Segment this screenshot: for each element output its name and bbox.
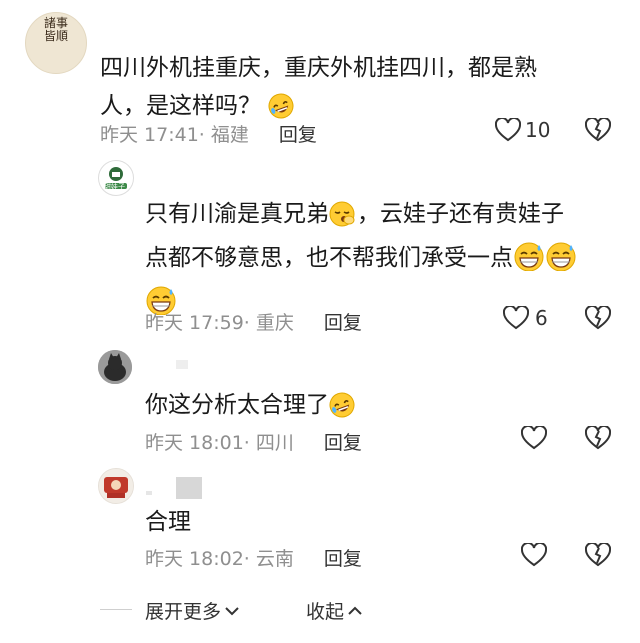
comment-location: · 福建	[198, 124, 249, 146]
comment-meta: 昨天 17:41 · 福建 回复	[100, 120, 317, 147]
comment-meta: 昨天 18:02 · 云南 回复	[145, 544, 362, 571]
footer-divider	[100, 609, 132, 610]
chevron-up-icon	[347, 600, 363, 622]
chevron-down-icon	[224, 600, 240, 622]
comment-time: 昨天 17:59	[145, 312, 244, 334]
like-button[interactable]: 6	[503, 306, 548, 330]
dislike-button[interactable]	[584, 116, 612, 146]
comment-text: 你这分析太合理了	[145, 386, 625, 430]
avatar-caption: 甜娃子	[104, 183, 125, 191]
comment-text: 合理	[145, 503, 625, 541]
avatar[interactable]: 諸事皆順	[25, 12, 87, 74]
like-button[interactable]	[521, 426, 547, 450]
comment-meta: 昨天 17:59 · 重庆 回复	[145, 308, 362, 335]
like-button[interactable]: 10	[495, 118, 550, 142]
username-redacted	[146, 491, 152, 495]
grinning-sweat-emoji	[513, 241, 545, 283]
comment-line-text: 人，是这样吗？	[100, 93, 261, 119]
collapse-label: 收起	[306, 601, 345, 623]
comment-line-text: 只有川渝是真兄弟	[145, 201, 329, 227]
reply-button[interactable]: 回复	[324, 544, 362, 571]
avatar[interactable]	[98, 468, 134, 504]
comment-location: · 四川	[243, 432, 294, 454]
broken-heart-icon	[584, 541, 612, 571]
comment-location: · 重庆	[243, 312, 294, 334]
comment-time: 昨天 18:01	[145, 432, 244, 454]
dislike-button[interactable]	[584, 424, 612, 454]
comment-line: 只有川渝是真兄弟 ，云娃子还有贵娃子	[145, 195, 625, 239]
grinning-sweat-emoji	[545, 241, 577, 283]
comment-line-text: ，云娃子还有贵娃子	[357, 201, 564, 227]
username-redacted	[176, 360, 188, 369]
avatar-image	[99, 469, 133, 503]
reply-button[interactable]: 回复	[279, 120, 317, 147]
comment-time: 昨天 17:41	[100, 124, 199, 146]
like-button[interactable]	[521, 543, 547, 567]
reply-button[interactable]: 回复	[324, 428, 362, 455]
like-count: 10	[525, 118, 551, 142]
avatar-calligraphy: 諸事皆順	[43, 16, 68, 43]
avatar[interactable]	[98, 350, 132, 384]
heart-icon	[495, 118, 521, 142]
comment-line-text: 合理	[145, 509, 191, 535]
comment-line-text: 你这分析太合理了	[145, 392, 329, 418]
rofl-emoji	[329, 392, 355, 430]
heart-icon	[503, 306, 529, 330]
reply-button[interactable]: 回复	[324, 308, 362, 335]
comment-meta: 昨天 18:01 · 四川 回复	[145, 428, 362, 455]
avatar[interactable]: 甜娃子	[98, 160, 134, 196]
heart-icon	[521, 543, 547, 567]
dislike-button[interactable]	[584, 541, 612, 571]
comment-location: · 云南	[243, 548, 294, 570]
broken-heart-icon	[584, 424, 612, 454]
heart-icon	[521, 426, 547, 450]
comment-time: 昨天 18:02	[145, 548, 244, 570]
yawning-emoji	[329, 201, 357, 239]
comment-line: 点都不够意思，也不帮我们承受一点	[145, 239, 625, 283]
cat-avatar-image	[98, 350, 132, 384]
comment-line-text: 点都不够意思，也不帮我们承受一点	[145, 245, 513, 271]
broken-heart-icon	[584, 304, 612, 334]
comment-text: 只有川渝是真兄弟 ，云娃子还有贵娃子 点都不够意思，也不帮我们承受一点	[145, 195, 625, 321]
expand-more-label: 展开更多	[145, 601, 222, 623]
username-redacted	[176, 477, 202, 499]
collapse-button[interactable]: 收起	[306, 597, 363, 624]
like-count: 6	[535, 306, 548, 330]
expand-more-button[interactable]: 展开更多	[145, 597, 240, 624]
broken-heart-icon	[584, 116, 612, 146]
dislike-button[interactable]	[584, 304, 612, 334]
comment-line: 四川外机挂重庆，重庆外机挂四川，都是熟	[100, 55, 537, 81]
